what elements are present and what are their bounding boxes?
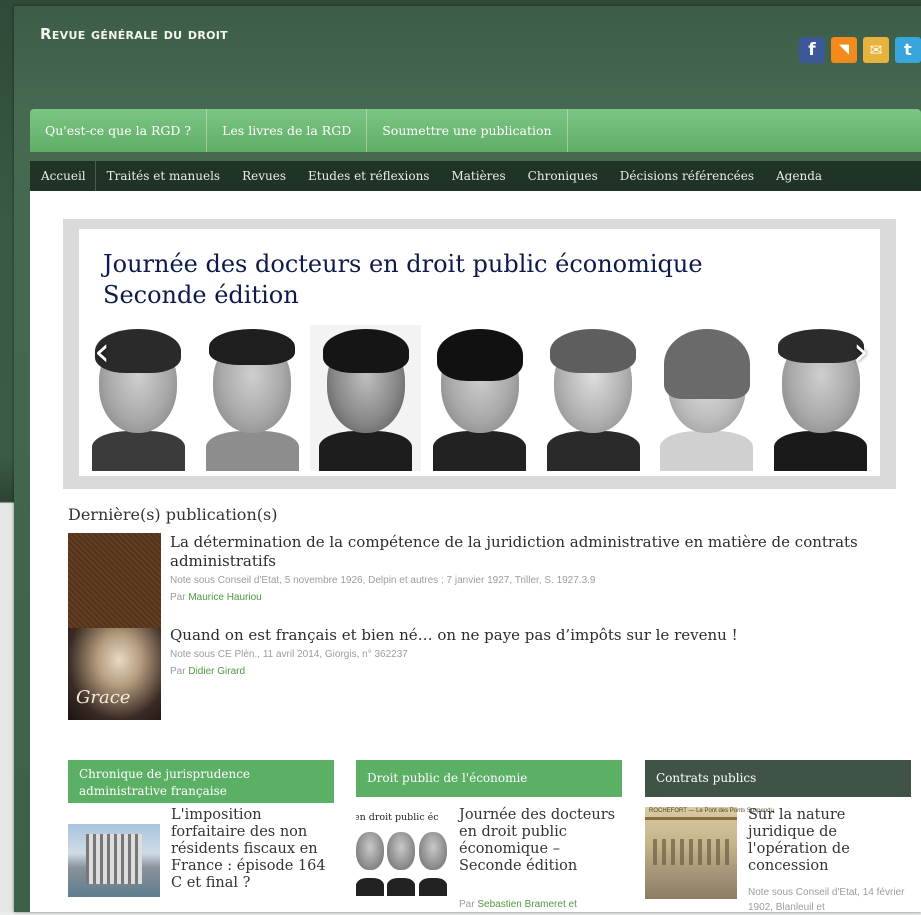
nav-item-treatises[interactable]: Traités et manuels [96,161,231,191]
rss-icon[interactable]: ◥ [831,37,857,63]
mail-icon[interactable]: ✉ [863,37,889,63]
topnav-item-books[interactable]: Les livres de la RGD [207,109,368,152]
portrait [196,325,308,471]
nav-item-studies[interactable]: Etudes et réflexions [297,161,440,191]
card-header[interactable]: Droit public de l'économie [356,760,622,797]
topnav-item-submit[interactable]: Soumettre une publication [367,109,568,152]
card-thumbnail[interactable]: en droit public éc [356,810,448,896]
publication-note: Note sous CE Plén., 11 avril 2014, Giorg… [170,649,408,660]
nav-item-journals[interactable]: Revues [231,161,297,191]
card-thumbnail[interactable] [68,824,160,897]
slide-title-line2: Seconde édition [103,281,299,309]
card-title[interactable]: L'imposition forfaitaire des non résiden… [171,807,331,892]
slider-next-arrow-icon[interactable]: › [848,332,874,372]
category-card: Chronique de jurisprudence administrativ… [68,760,334,897]
publication-title[interactable]: La détermination de la compétence de la … [170,533,890,571]
top-navigation: Qu'est-ce que la RGD ? Les livres de la … [30,109,921,152]
twitter-icon[interactable]: t [895,37,921,63]
card-note: Note sous Conseil d'Etat, 14 février 190… [748,887,905,913]
card-byline: Par Sebastien Brameret et [459,899,577,910]
nav-item-home[interactable]: Accueil [30,161,96,191]
publication-thumbnail[interactable] [68,533,161,628]
publication-thumbnail[interactable]: Grace [68,628,161,720]
card-thumbnail[interactable]: ROCHEFORT — Le Pont des Ponts Suspendu [645,807,774,899]
slide-title: Journée des docteurs en droit public éco… [103,249,703,311]
publication-note: Note sous Conseil d'Etat, 5 novembre 192… [170,575,596,586]
slider-prev-arrow-icon[interactable]: ‹ [89,332,115,372]
category-card: Droit public de l'économie en droit publ… [356,760,622,910]
speaker-portraits [83,325,877,471]
card-title[interactable]: Sur la nature juridique de l'opération d… [748,807,908,875]
nav-item-decisions[interactable]: Décisions référencées [609,161,765,191]
main-navigation: Accueil Traités et manuels Revues Etudes… [30,161,921,191]
nav-item-chronicles[interactable]: Chroniques [517,161,609,191]
card-title[interactable]: Journée des docteurs en droit public éco… [459,807,619,875]
thumbnail-caption: Grace [76,687,131,708]
publication-title[interactable]: Quand on est français et bien né… on ne … [170,626,890,645]
main-content: Journée des docteurs en droit public éco… [30,191,921,913]
publication-byline: Par Didier Girard [170,666,246,677]
publication-author-link[interactable]: Didier Girard [188,666,245,677]
site-frame: Revue générale du droit f ◥ ✉ t Qu'est-c… [14,6,921,913]
card-header[interactable]: Chronique de jurisprudence administrativ… [68,760,334,803]
latest-publications-heading: Dernière(s) publication(s) [68,505,278,524]
thumbnail-caption: en droit public éc [356,812,439,823]
facebook-icon[interactable]: f [799,37,825,63]
portrait [424,325,535,471]
publication-author-link[interactable]: Maurice Hauriou [188,592,261,603]
nav-item-agenda[interactable]: Agenda [765,161,833,191]
slide-title-line1: Journée des docteurs en droit public éco… [103,250,703,278]
featured-slider[interactable]: Journée des docteurs en droit public éco… [63,219,896,489]
nav-item-subjects[interactable]: Matières [440,161,516,191]
category-card: Contrats publics ROCHEFORT — Le Pont des… [645,760,911,913]
portrait [651,325,763,471]
portrait [310,325,422,471]
card-author-link[interactable]: Sebastien Brameret et [477,899,577,910]
slide-image[interactable]: Journée des docteurs en droit public éco… [79,229,880,476]
portrait [537,325,649,471]
publication-byline: Par Maurice Hauriou [170,592,262,603]
site-title[interactable]: Revue générale du droit [40,25,228,43]
topnav-item-about[interactable]: Qu'est-ce que la RGD ? [30,109,208,152]
social-links: f ◥ ✉ t [799,37,921,63]
card-header[interactable]: Contrats publics [645,760,911,797]
